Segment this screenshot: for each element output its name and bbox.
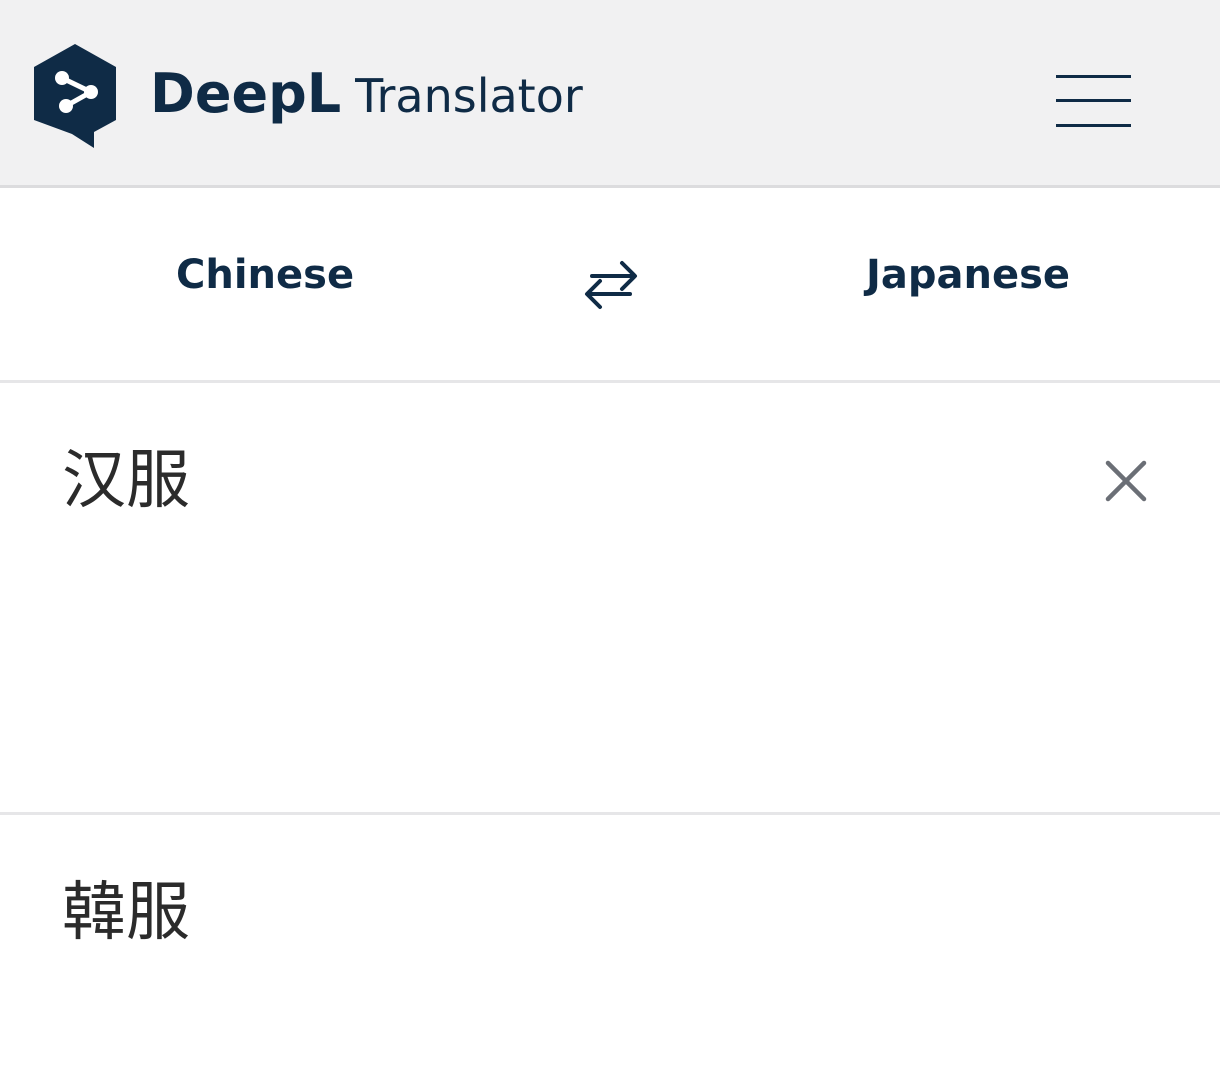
brand-subtitle: Translator bbox=[355, 69, 583, 123]
close-icon[interactable] bbox=[1100, 455, 1152, 507]
swap-arrows-icon[interactable] bbox=[578, 252, 644, 318]
deepl-logo-icon[interactable] bbox=[32, 42, 118, 150]
translation-text: 韓服 bbox=[62, 876, 190, 950]
language-selector-bar: Chinese Japanese bbox=[0, 188, 1220, 383]
source-language-button[interactable]: Chinese bbox=[176, 252, 354, 298]
app-header: DeepL Translator bbox=[0, 0, 1220, 188]
hamburger-menu-icon[interactable] bbox=[1050, 68, 1138, 134]
source-text[interactable]: 汉服 bbox=[62, 443, 1042, 520]
brand-name: DeepL bbox=[150, 62, 342, 125]
source-text-area[interactable]: 汉服 bbox=[0, 383, 1220, 815]
translation-output-area: 韓服 bbox=[0, 815, 1220, 1068]
target-language-button[interactable]: Japanese bbox=[866, 252, 1070, 298]
brand-title: DeepL Translator bbox=[150, 62, 583, 132]
